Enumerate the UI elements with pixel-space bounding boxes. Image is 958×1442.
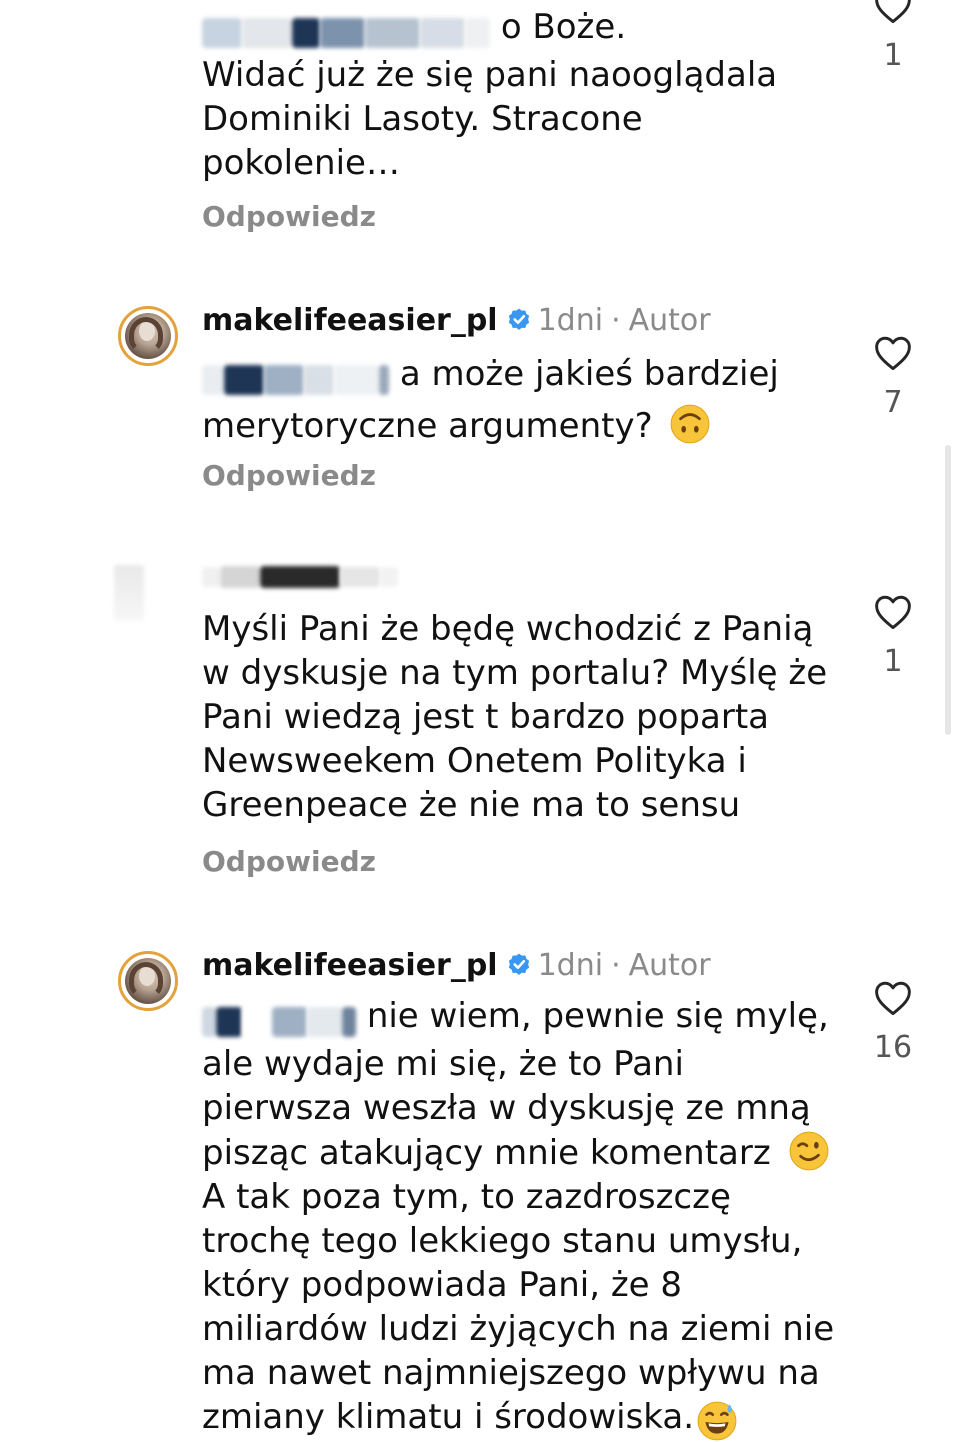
- avatar[interactable]: [118, 306, 178, 366]
- like-count: 16: [873, 1030, 913, 1065]
- like-count: 1: [883, 38, 903, 73]
- comment-1-text: o Boże. Widać już że się pani naooglądal…: [202, 5, 842, 185]
- like-group: 1: [868, 594, 918, 679]
- reply-button[interactable]: Odpowiedz: [202, 845, 376, 878]
- meta-separator: ·: [611, 947, 621, 983]
- timestamp: 1dni: [537, 947, 604, 983]
- like-count: 7: [883, 385, 903, 420]
- comment-4-header: makelifeeasier_pl 1dni · Autor: [202, 945, 711, 985]
- winking-face-emoji-icon: [789, 1131, 828, 1171]
- comment-3-text: Myśli Pani że będę wchodzić z Panią w dy…: [202, 609, 828, 825]
- grinning-face-with-sweat-emoji-icon: [697, 1401, 737, 1441]
- blurred-mention: [202, 11, 501, 51]
- like-group: 1: [868, 0, 918, 73]
- scrollbar[interactable]: [945, 445, 951, 735]
- reply-button[interactable]: Odpowiedz: [202, 200, 376, 233]
- comment-2-header: makelifeeasier_pl 1dni · Autor: [202, 300, 711, 340]
- heart-icon[interactable]: [873, 594, 913, 630]
- username[interactable]: makelifeeasier_pl: [202, 948, 498, 983]
- comment-2-text: a może jakieś bardziej merytoryczne argu…: [202, 350, 842, 450]
- like-group: 7: [868, 335, 918, 420]
- comment-1-text-start: o Boże.: [500, 7, 627, 47]
- author-label: Autor: [628, 302, 711, 338]
- avatar[interactable]: [118, 951, 178, 1011]
- meta-separator: ·: [611, 302, 621, 338]
- like-group: 16: [868, 980, 918, 1065]
- like-count: 1: [883, 644, 903, 679]
- verified-badge-icon: [508, 953, 529, 975]
- comment-4-text: nie wiem, pewnie się mylę, ale wydaje mi…: [202, 994, 842, 1439]
- username[interactable]: makelifeeasier_pl: [202, 303, 498, 338]
- heart-icon[interactable]: [873, 0, 913, 24]
- username-blurred: [202, 566, 398, 590]
- heart-icon[interactable]: [873, 335, 913, 371]
- upside-down-face-emoji-icon: [671, 404, 710, 444]
- reply-button[interactable]: Odpowiedz: [202, 459, 376, 492]
- blurred-mention: [202, 358, 400, 398]
- avatar-blurred[interactable]: [114, 565, 144, 621]
- heart-icon[interactable]: [873, 980, 913, 1016]
- timestamp: 1dni: [537, 302, 604, 338]
- verified-badge-icon: [508, 308, 529, 330]
- comment-1-text-rest: Widać już że się pani naooglądala Domini…: [202, 55, 778, 183]
- comment-4-text-part2: A tak poza tym, to zazdroszczę trochę te…: [202, 1177, 835, 1437]
- author-label: Autor: [628, 947, 711, 983]
- blurred-mention: [202, 1000, 367, 1040]
